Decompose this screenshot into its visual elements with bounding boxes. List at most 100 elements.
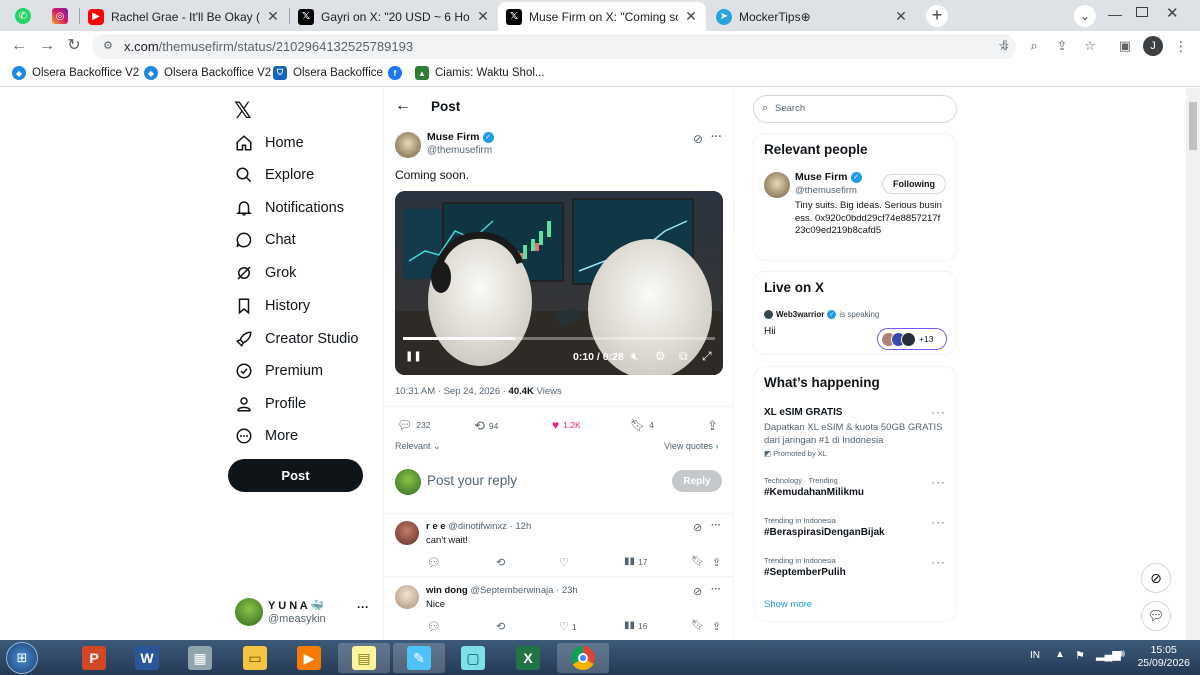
like-button[interactable]: ♥ 1.2K [552,418,581,432]
sidebar-item-chat[interactable]: Chat [234,226,296,254]
restore-button[interactable] [1136,7,1148,17]
taskbar-media-player[interactable]: ▶ [283,643,335,673]
flag-icon[interactable]: ⚑ [1075,649,1085,662]
picture-in-picture-icon[interactable]: ⧉ [679,349,688,364]
messages-float-button[interactable]: 💬︎ [1141,601,1171,631]
like-button[interactable]: ♡ 1 [559,620,577,633]
video-player[interactable]: ❚❚ 0:10 / 0:28 🔇︎ ⚙ ⧉ ⤢ [395,191,723,375]
bookmark-item[interactable]: ◆ Olsera Backoffice V2 [144,66,271,80]
address-bar[interactable]: ⚙ x.com/themusefirm/status/2102964132525… [92,34,1016,59]
sidebar-item-home[interactable]: Home [234,129,304,157]
tab-muse-firm[interactable]: 𝕏 Muse Firm on X: "Coming soon. " ✕ [498,2,706,31]
system-clock[interactable]: 15:05 25/09/2026 [1137,644,1190,670]
reply-submit-button[interactable]: Reply [672,470,722,492]
fullscreen-icon[interactable]: ⤢ [702,349,712,364]
bookmark-item[interactable]: f [388,66,408,80]
pinned-tab-whatsapp[interactable]: ✆ [6,2,40,30]
close-window-button[interactable]: ✕ [1166,4,1179,22]
grok-float-button[interactable]: ⊘ [1141,563,1171,593]
install-icon[interactable]: ⇩ [996,37,1014,55]
forward-icon[interactable]: → [38,37,56,55]
person-handle[interactable]: @themusefirm [795,185,857,196]
like-button[interactable]: ♡ [559,556,569,569]
author-name[interactable]: Muse Firm ✓ [427,131,494,143]
more-icon[interactable]: ··· [931,555,946,569]
sidebar-item-creator-studio[interactable]: Creator Studio [234,325,359,353]
network-icon[interactable]: ▂▄▆ [1096,648,1121,661]
menu-icon[interactable]: ⋮ [1172,37,1190,55]
bookmark-button[interactable]: 🔖︎ [691,556,704,567]
more-icon[interactable]: ··· [931,515,946,529]
trend-title[interactable]: #KemudahanMilikmu [764,487,864,498]
person-avatar[interactable] [764,172,790,198]
sidebar-item-explore[interactable]: Explore [234,161,314,189]
reply-input[interactable]: Post your reply [427,473,517,488]
share-icon[interactable]: ⇪ [1053,37,1071,55]
mute-icon[interactable]: 🔇︎ [631,349,639,364]
author-handle[interactable]: @themusefirm [427,145,492,156]
view-quotes-link[interactable]: View quotes › [664,441,718,451]
reload-icon[interactable]: ↻ [65,37,83,55]
repost-button[interactable]: ⟲ [496,556,505,569]
more-icon[interactable]: ··· [931,475,946,489]
live-host[interactable]: Web3warrior ✓ is speaking [764,310,879,319]
taskbar-calculator[interactable]: ▦ [174,643,226,673]
search-input[interactable]: ⌕ Search [753,95,957,123]
new-tab-button[interactable]: + [926,5,948,27]
language-indicator[interactable]: IN [1030,650,1040,661]
sidebar-item-profile[interactable]: Profile [234,390,306,418]
grok-icon[interactable]: ⊘ [693,132,703,146]
grok-icon[interactable]: ⊘ [693,521,702,534]
share-button[interactable]: ⇪ [712,556,721,569]
share-button[interactable]: ⇪ [707,418,718,434]
author-avatar[interactable] [395,132,421,158]
following-button[interactable]: Following [882,174,946,194]
repost-button[interactable]: ⟲ 94 [474,418,498,434]
star-icon[interactable]: ☆ [1081,37,1099,55]
grok-icon[interactable]: ⊘ [693,585,702,598]
x-logo-icon[interactable]: 𝕏 [234,98,252,124]
profile-avatar[interactable]: J [1143,36,1163,56]
page-scrollbar[interactable] [1186,88,1200,640]
bookmark-item[interactable]: ▲ Ciamis: Waktu Shol... [415,66,545,80]
minimize-button[interactable]: — [1108,6,1122,22]
show-more-link[interactable]: Show more [764,599,812,610]
close-tab-icon[interactable]: ✕ [684,8,698,25]
volume-icon[interactable]: 🔊︎ [1118,648,1125,661]
bookmark-item[interactable]: ⛉ Olsera Backoffice [273,66,383,80]
side-panel-icon[interactable]: ▣ [1116,37,1134,55]
bookmark-button[interactable]: 🔖︎ [691,620,704,631]
zoom-icon[interactable]: ⌕ [1025,37,1043,55]
more-icon[interactable]: ··· [711,584,721,595]
sidebar-item-more[interactable]: More [234,422,298,450]
pause-icon[interactable]: ❚❚ [405,351,422,362]
show-hidden-icons[interactable]: ▲ [1055,649,1065,660]
sidebar-item-notifications[interactable]: Notifications [234,194,344,222]
reply-button[interactable]: 💬︎ [427,556,441,569]
tab-search-button[interactable]: ⌄ [1074,5,1096,27]
taskbar-excel[interactable]: X [502,643,554,673]
trend-title[interactable]: #SeptemberPulih [764,567,846,578]
more-icon[interactable]: ··· [931,405,946,419]
trend-title[interactable]: XL eSIM GRATIS [764,407,843,418]
account-avatar[interactable] [235,598,263,626]
repost-button[interactable]: ⟲ [496,620,505,633]
views-button[interactable]: ▮▮ 17 [624,556,647,567]
site-info-icon[interactable]: ⚙ [103,39,113,52]
back-arrow-icon[interactable]: ← [395,97,411,115]
live-listeners[interactable]: +13 [877,328,947,350]
back-icon[interactable]: ← [10,37,28,55]
sidebar-item-premium[interactable]: Premium [234,357,323,385]
taskbar-chrome[interactable] [557,643,609,673]
sort-dropdown[interactable]: Relevant ⌄ [395,441,441,452]
sidebar-item-history[interactable]: History [234,292,310,320]
close-tab-icon[interactable]: ✕ [266,8,280,25]
more-icon[interactable]: ··· [711,520,721,531]
reply-author-avatar[interactable] [395,521,419,545]
bookmark-button[interactable]: 🔖︎ 4 [630,418,654,432]
trend-title[interactable]: #BeraspirasiDenganBijak [764,527,885,538]
sidebar-item-grok[interactable]: Grok [234,259,296,287]
pinned-tab-instagram[interactable]: ◎ [43,2,77,30]
reply-button[interactable]: 💬︎ [427,620,441,633]
video-progress-track[interactable] [403,337,715,340]
